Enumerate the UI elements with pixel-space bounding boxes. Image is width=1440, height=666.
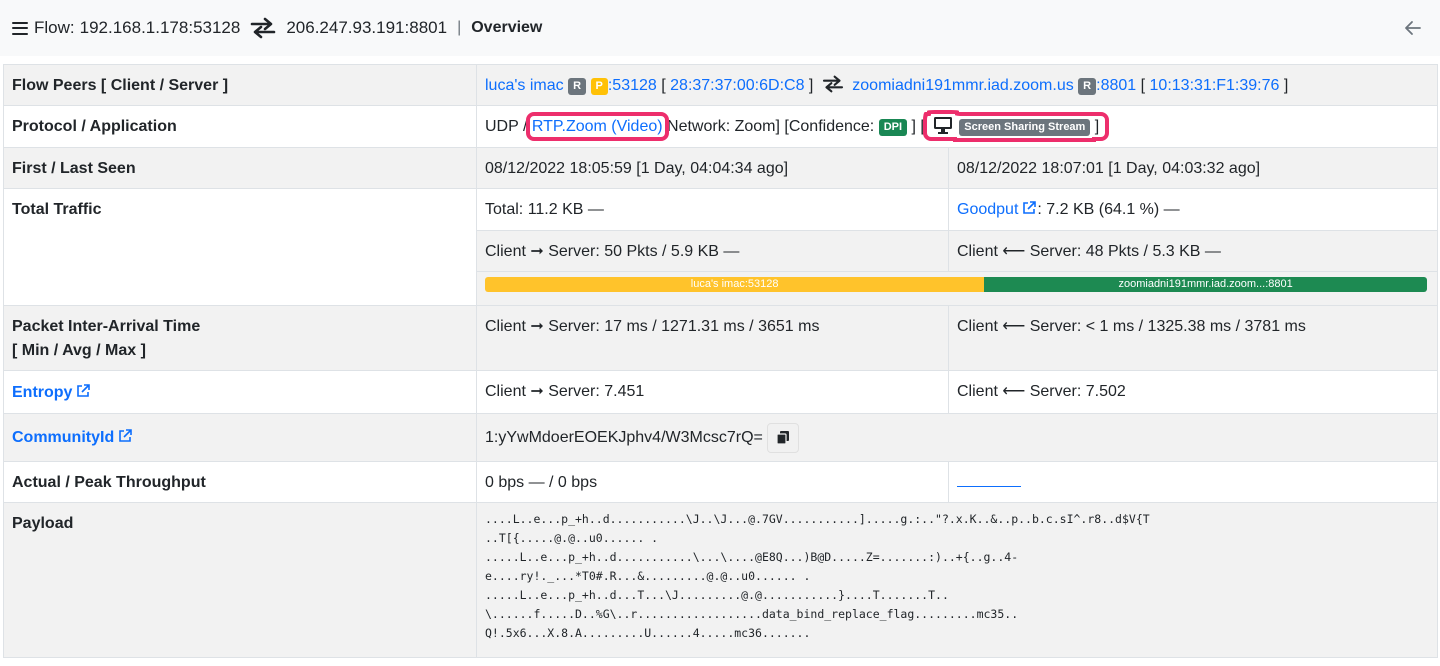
open-bracket: ] [ — [911, 118, 925, 135]
throughput-chart-cell — [947, 461, 1439, 503]
external-link-icon[interactable] — [1021, 200, 1037, 216]
payload-line: e....ry!._...*T0#.R...&.........@.@..u0.… — [485, 569, 811, 583]
screen-sharing-badge: Screen Sharing Stream — [959, 119, 1091, 136]
server-mac-link[interactable]: 10:13:31:F1:39:76 — [1150, 77, 1280, 94]
row-throughput: Actual / Peak Throughput 0 bps — / 0 bps — [3, 461, 1439, 503]
bar-server-segment: zoomiadni191mmr.iad.zoom...:8801 — [984, 277, 1427, 292]
client-mac-link[interactable]: 28:37:37:00:6D:C8 — [670, 77, 804, 94]
payload-line: ....L..e...p_+h..d...........\J..\J...@.… — [485, 512, 1150, 526]
copy-button[interactable] — [766, 423, 799, 453]
entropy-label-cell: Entropy — [3, 370, 477, 414]
external-link-icon[interactable] — [75, 383, 91, 399]
flow-label: Flow: — [34, 18, 75, 37]
total-traffic-value: Total: 11.2 KB — — [476, 188, 949, 231]
entropy-c2s: Client ➞ Server: 7.451 — [476, 370, 949, 414]
server-remote-badge: R — [1078, 78, 1097, 95]
stream-highlight: Screen Sharing Stream ] — [923, 112, 1110, 141]
entropy-link[interactable]: Entropy — [12, 384, 72, 401]
flow-client: 192.168.1.178:53128 — [79, 18, 241, 37]
community-label-cell: CommunityId — [3, 413, 477, 462]
throughput-sparkline[interactable] — [957, 473, 1021, 487]
c2s-traffic: Client ➞ Server: 50 Pkts / 5.9 KB — — [476, 230, 949, 272]
goodput-value: Goodput : 7.2 KB (64.1 %) — — [947, 188, 1439, 231]
first-seen-value: 08/12/2022 18:05:59 [1 Day, 04:04:34 ago… — [476, 147, 949, 189]
row-payload: Payload ....L..e...p_+h..d...........\J.… — [3, 502, 1439, 658]
iat-label-line1: Packet Inter-Arrival Time — [12, 318, 201, 335]
row-flow-peers: Flow Peers [ Client / Server ] luca's im… — [3, 64, 1439, 106]
swap-arrows-icon — [822, 75, 843, 93]
iat-label-line2: [ Min / Avg / Max ] — [12, 342, 146, 359]
back-arrow-icon[interactable] — [1404, 19, 1422, 37]
l4-protocol: UDP / — [485, 118, 528, 135]
close-bracket: ] — [1094, 118, 1100, 135]
payload-line: .....L..e...p_+h..d...T...\J.........@.@… — [485, 588, 949, 602]
entropy-s2c: Client ⟵ Server: 7.502 — [947, 370, 1439, 414]
server-port-link[interactable]: :8801 — [1096, 77, 1136, 94]
client-host-link[interactable]: luca's imac — [485, 77, 564, 94]
s2c-traffic: Client ⟵ Server: 48 Pkts / 5.3 KB — — [947, 230, 1439, 272]
top-navbar: Flow: 192.168.1.178:53128 206.247.93.191… — [0, 0, 1440, 56]
traffic-split-bar: luca's imac:53128 zoomiadni191mmr.iad.zo… — [485, 277, 1427, 292]
title-separator: | — [457, 19, 462, 36]
client-remote-badge: R — [568, 78, 587, 95]
iat-label: Packet Inter-Arrival Time [ Min / Avg / … — [3, 305, 477, 371]
goodput-link[interactable]: Goodput — [957, 201, 1018, 218]
payload-line: .....L..e...p_+h..d...........\...\....@… — [485, 550, 1019, 564]
page-title: Overview — [471, 19, 543, 36]
flow-peers-value: luca's imac R P:53128 [ 28:37:37:00:6D:C… — [475, 64, 1439, 106]
payload-line: Q!.5x6...X.8.A.........U......4.....mc36… — [485, 626, 811, 640]
seen-label: First / Last Seen — [3, 147, 477, 189]
iat-c2s: Client ➞ Server: 17 ms / 1271.31 ms / 36… — [476, 305, 949, 371]
payload-cell: ....L..e...p_+h..d...........\J..\J...@.… — [475, 502, 1439, 658]
dpi-badge: DPI — [878, 119, 908, 136]
hamburger-icon[interactable] — [12, 21, 28, 35]
external-link-icon[interactable] — [117, 428, 133, 444]
community-id-value: 1:yYwMdoerEOEKJphv4/W3Mcsc7rQ= — [485, 429, 763, 447]
monitor-icon — [934, 117, 953, 134]
payload-label: Payload — [3, 502, 477, 658]
throughput-value: 0 bps — / 0 bps — [476, 461, 949, 503]
flow-peers-label: Flow Peers [ Client / Server ] — [3, 64, 477, 106]
community-id-link[interactable]: CommunityId — [12, 429, 114, 446]
throughput-label: Actual / Peak Throughput — [3, 461, 477, 503]
row-protocol: Protocol / Application UDP / RTP.Zoom (V… — [3, 105, 1439, 148]
copy-icon — [776, 431, 789, 445]
payload-line: \......f.....D..%G\..r..................… — [485, 607, 1019, 621]
flow-server: 206.247.93.191:8801 — [286, 18, 448, 37]
row-first-last-seen: First / Last Seen 08/12/2022 18:05:59 [1… — [3, 147, 1439, 189]
row-total-traffic: Total Traffic Total: 11.2 KB — Goodput :… — [3, 188, 1439, 306]
iat-s2c: Client ⟵ Server: < 1 ms / 1325.38 ms / 3… — [947, 305, 1439, 371]
client-private-badge: P — [590, 78, 608, 95]
server-host-link[interactable]: zoomiadni191mmr.iad.zoom.us — [852, 77, 1073, 94]
payload-dump: ....L..e...p_+h..d...........\J..\J...@.… — [485, 503, 1429, 643]
network-text: Network: Zoom] [Confidence: — [667, 118, 875, 135]
server-mac-close: ] — [1283, 77, 1289, 94]
goodput-amount: : 7.2 KB (64.1 %) — — [1037, 201, 1180, 218]
community-value-cell: 1:yYwMdoerEOEKJphv4/W3Mcsc7rQ= — [475, 413, 1439, 462]
client-mac-open: [ — [661, 77, 666, 94]
server-mac-open: [ — [1140, 77, 1146, 94]
client-mac-close: ] — [808, 77, 814, 94]
client-port-link[interactable]: :53128 — [608, 77, 657, 94]
flow-details-table: Flow Peers [ Client / Server ] luca's im… — [3, 64, 1439, 658]
row-entropy: Entropy Client ➞ Server: 7.451 Client ⟵ … — [3, 370, 1439, 414]
payload-line: ..T[{.....@.@..u0...... . — [485, 531, 659, 545]
application-link[interactable]: RTP.Zoom (Video) — [525, 112, 669, 141]
last-seen-value: 08/12/2022 18:07:01 [1 Day, 04:03:32 ago… — [947, 147, 1439, 189]
traffic-bar-cell: luca's imac:53128 zoomiadni191mmr.iad.zo… — [475, 271, 1439, 306]
row-inter-arrival: Packet Inter-Arrival Time [ Min / Avg / … — [3, 305, 1439, 371]
bar-client-segment: luca's imac:53128 — [485, 277, 985, 292]
row-community-id: CommunityId 1:yYwMdoerEOEKJphv4/W3Mcsc7r… — [3, 413, 1439, 462]
protocol-value: UDP / RTP.Zoom (Video) Network: Zoom] [C… — [475, 105, 1439, 148]
swap-arrows-icon — [251, 17, 276, 39]
traffic-label: Total Traffic — [3, 188, 477, 306]
protocol-label: Protocol / Application — [3, 105, 477, 148]
